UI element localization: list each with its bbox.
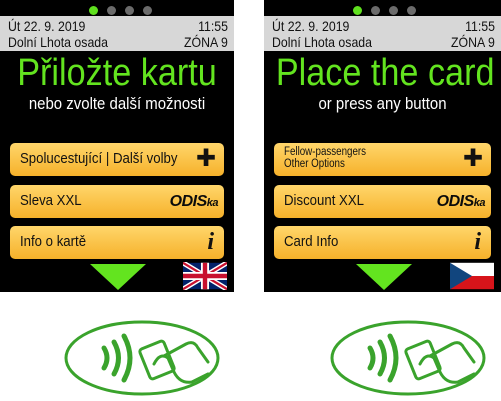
uk-flag-icon[interactable] [183,262,227,290]
contactless-reader-icon [64,320,220,396]
headline: Přiložte kartu [17,52,217,94]
date-label: Út 22. 9. 2019 [8,18,86,34]
card-info-button[interactable]: Card Info i [274,226,491,259]
status-bar: Út 22. 9. 2019 11:55 Dolní Lhota osada Z… [264,16,501,51]
time-label: 11:55 [465,18,495,34]
page-dot [143,6,152,15]
stop-name: Dolní Lhota osada [272,34,373,50]
discount-button-label: Discount XXL [284,192,364,209]
discount-button[interactable]: Sleva XXL ODISka [10,185,224,218]
discount-button-label: Sleva XXL [20,192,82,209]
contactless-reader-icon [330,320,486,396]
zone-label: ZÓNA 9 [184,34,228,50]
date-label: Út 22. 9. 2019 [272,18,350,34]
options-button[interactable]: Spolucestující | Další volby ✚ [10,143,224,176]
stop-name: Dolní Lhota osada [8,34,109,50]
plus-icon: ✚ [195,145,216,172]
options-button-label: Spolucestující | Další volby [20,150,178,167]
zone-label: ZÓNA 9 [451,34,495,50]
screen-czech: Út 22. 9. 2019 11:55 Dolní Lhota osada Z… [0,0,234,292]
time-label: 11:55 [198,18,228,34]
odis-logo: ODISka [169,193,219,210]
card-info-button-label: Card Info [284,233,339,250]
headline: Place the card [275,52,495,94]
czech-flag-icon[interactable] [450,262,494,290]
subline: nebo zvolte další možnosti [28,94,206,113]
down-arrow-icon [356,264,412,290]
subline: or press any button [318,94,447,113]
page-dot [389,6,398,15]
odis-logo: ODISka [436,193,486,210]
plus-icon: ✚ [462,145,483,172]
page-dot [107,6,116,15]
down-arrow-icon [90,264,146,290]
discount-button[interactable]: Discount XXL ODISka [274,185,491,218]
card-info-button-label: Info o kartě [20,233,87,250]
info-icon: i [207,229,214,255]
info-icon: i [474,229,481,255]
screen-english: Út 22. 9. 2019 11:55 Dolní Lhota osada Z… [264,0,501,292]
status-bar: Út 22. 9. 2019 11:55 Dolní Lhota osada Z… [0,16,234,51]
page-dot-active [353,6,362,15]
page-dot [125,6,134,15]
card-info-button[interactable]: Info o kartě i [10,226,224,259]
page-dot [371,6,380,15]
options-button[interactable]: Fellow-passengers Other Options ✚ [274,143,491,176]
page-dot-active [89,6,98,15]
options-button-label: Fellow-passengers Other Options [284,146,367,170]
page-dot [407,6,416,15]
